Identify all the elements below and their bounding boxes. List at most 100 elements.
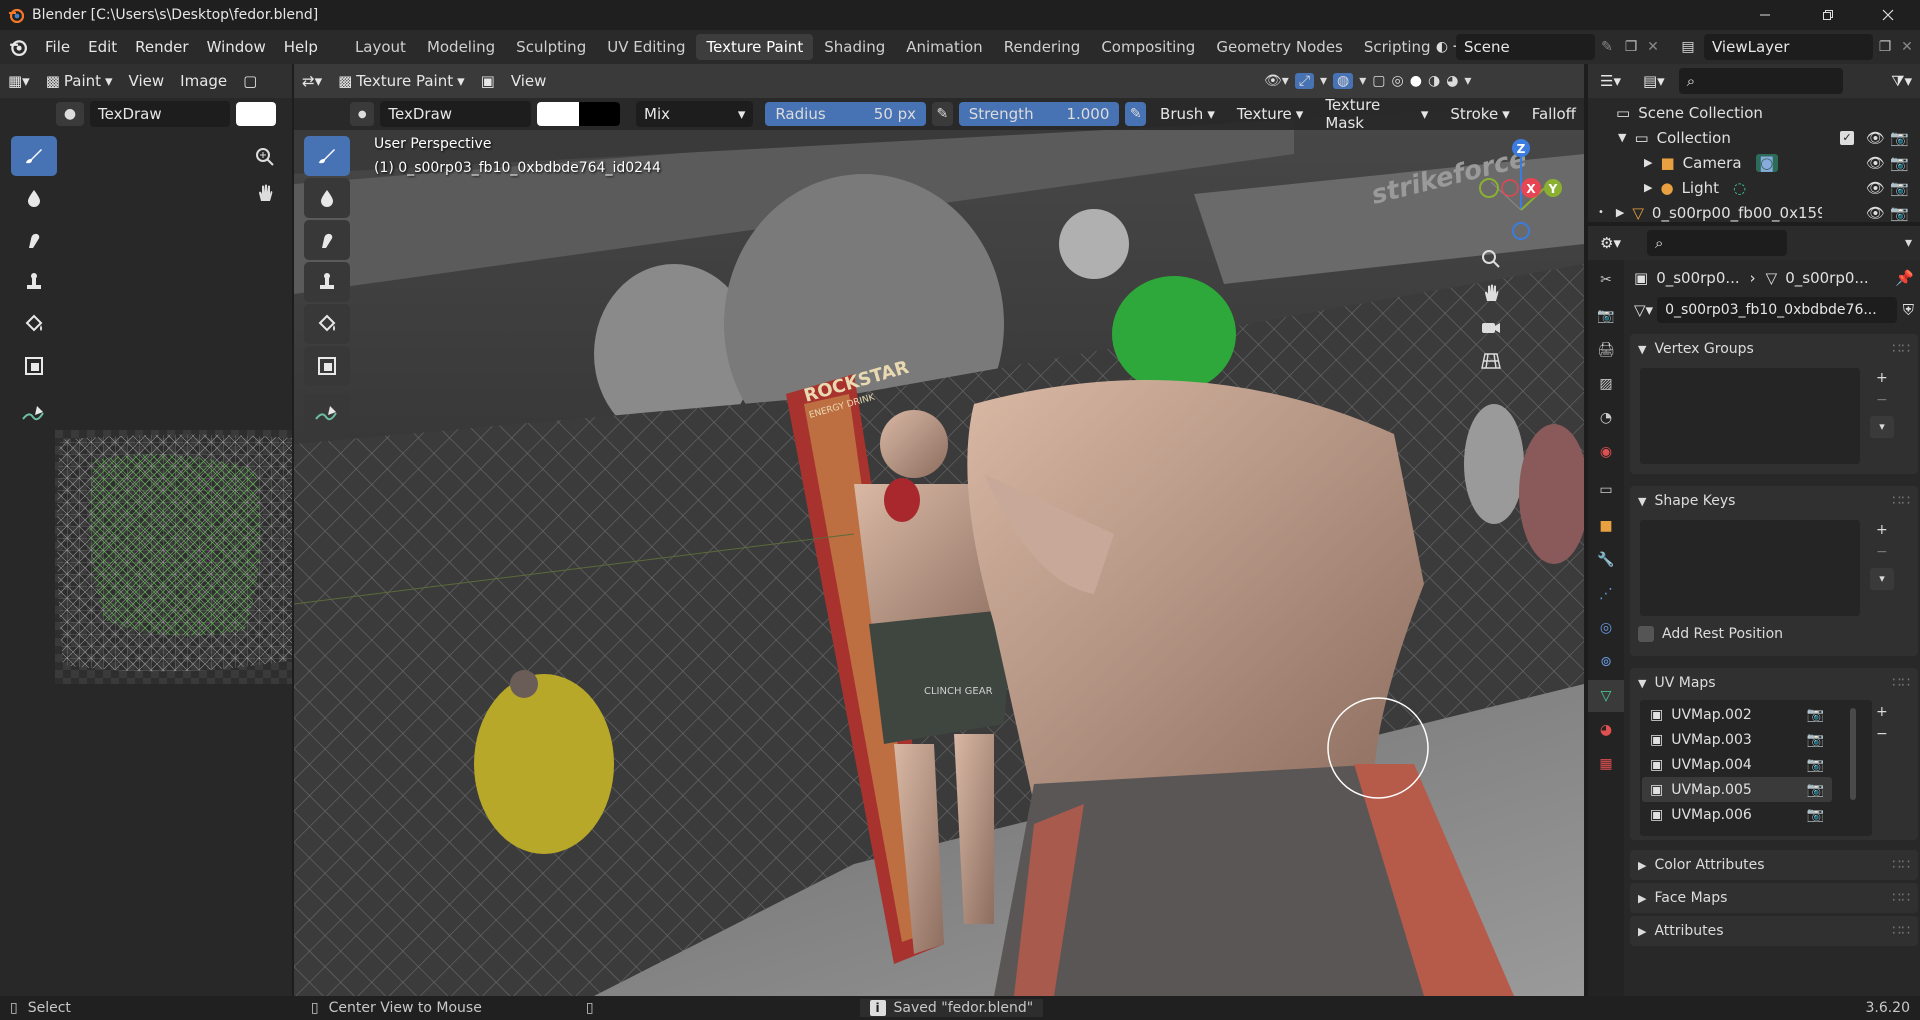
pan-hand-icon[interactable] [250,178,280,208]
navigation-gizmo[interactable]: Z X Y [1464,134,1574,254]
new-view-layer-icon[interactable]: ❐ [1873,39,1897,55]
uv-active-render-icon[interactable]: 📷 [1807,732,1824,748]
outliner-item-camera[interactable]: ▶ ■ Camera ◙ 👁 📷 [1588,150,1912,175]
fake-user-icon[interactable]: ⛨ [1903,301,1914,319]
vp-fill-tool[interactable] [304,304,350,344]
remove-view-layer-icon[interactable]: ✕ [1897,39,1917,55]
wireframe-shading-icon[interactable]: ◎ [1392,73,1404,89]
light-visibility-icon[interactable]: 👁 [1866,179,1885,197]
image-menu-view[interactable]: View [121,68,173,94]
uv-map-row[interactable]: ▣ UVMap.002 📷 [1642,702,1832,727]
paint-mask-toggle-icon[interactable]: ▣ [473,68,503,94]
expand-arrow-icon[interactable]: ▼ [1618,131,1626,144]
mesh-data-icon[interactable]: ▽▾ [1634,301,1653,319]
solid-shading-icon[interactable]: ● [1410,73,1422,89]
expand-arrow-icon[interactable]: ▶ [1644,156,1652,169]
menu-edit[interactable]: Edit [79,34,126,60]
radius-pressure-icon[interactable]: ✎ [932,102,953,126]
vp-soften-tool[interactable] [304,178,350,218]
xray-icon[interactable]: ▢ [1372,73,1385,89]
vp-pan-hand-icon[interactable] [1476,278,1506,308]
add-rest-position-checkbox[interactable] [1638,626,1654,642]
tab-render-icon[interactable]: 📷 [1588,300,1624,332]
mesh-visibility-icon[interactable]: 👁 [1866,204,1885,222]
mesh-render-icon[interactable]: 📷 [1890,204,1909,222]
zoom-icon[interactable] [250,142,280,172]
visibility-icon[interactable]: 👁▾ [1264,73,1289,89]
attributes-panel[interactable]: ▶ Attributes ∷∷ [1630,916,1918,946]
vp-mask-tool[interactable] [304,346,350,386]
gizmo-dropdown-icon[interactable]: ▾ [1320,73,1327,89]
fill-tool[interactable] [11,304,57,344]
smear-tool[interactable] [11,220,57,260]
menu-file[interactable]: File [36,34,79,60]
mask-tool[interactable] [11,346,57,386]
viewport-mode-dropdown[interactable]: ▩ Texture Paint ▾ [330,68,473,94]
remove-vertex-group-button[interactable]: − [1876,392,1888,408]
view-layer-selector[interactable]: ▤ ViewLayer ❐ ✕ [1672,34,1917,60]
uv-active-render-icon[interactable]: 📷 [1807,707,1824,723]
viewport-brush-name[interactable]: TexDraw [380,101,532,127]
face-maps-panel[interactable]: ▶ Face Maps ∷∷ [1630,883,1918,913]
strength-pressure-icon[interactable]: ✎ [1125,102,1147,126]
new-scene-icon[interactable]: ❐ [1619,39,1643,55]
uv-mesh-image[interactable] [55,430,292,684]
properties-editor-type-icon[interactable]: ⚙▾ [1592,230,1629,256]
perspective-toggle-icon[interactable] [1476,346,1506,376]
gizmo-toggle-icon[interactable]: ⤢ [1294,73,1315,89]
uv-map-row-selected[interactable]: ▣ UVMap.005 📷 [1642,777,1832,802]
outliner-filter-icon[interactable]: ⧩▾ [1883,68,1920,94]
scene-selector[interactable]: ◐ Scene ✎ ❐ ✕ [1428,34,1663,60]
shading-dropdown-icon[interactable]: ▾ [1464,73,1471,89]
uv-map-row[interactable]: ▣ UVMap.006 📷 [1642,802,1832,827]
scene-name[interactable]: Scene [1456,34,1595,60]
status-message[interactable]: i Saved "fedor.blend" [859,999,1044,1017]
overlays-icon[interactable]: ◍ [1333,73,1354,89]
close-window-button[interactable] [1865,0,1911,30]
uv-map-row[interactable]: ▣ UVMap.003 📷 [1642,727,1832,752]
blender-menu-icon[interactable] [0,38,36,56]
tab-world-icon[interactable]: ◉ [1588,436,1624,468]
image-menu-image[interactable]: Image [172,68,235,94]
vertex-groups-list[interactable] [1640,368,1860,464]
vertex-group-specials-button[interactable]: ▾ [1870,416,1894,438]
uv-maps-list[interactable]: ▣ UVMap.002 📷 ▣ UVMap.003 📷 ▣ UVMap.004 📷 ▣ UVM… [1640,700,1872,836]
brush-panel-dropdown[interactable]: Brush ▾ [1152,101,1223,127]
image-mode-dropdown[interactable]: ▩ Paint ▾ [38,68,121,94]
brush-preview-icon[interactable]: ● [56,102,84,126]
viewport-menu-view[interactable]: View [503,68,555,94]
secondary-color-swatch[interactable] [578,102,621,126]
add-rest-position-row[interactable]: Add Rest Position [1638,626,1783,642]
falloff-panel-dropdown[interactable]: Falloff [1524,101,1584,127]
material-shading-icon[interactable]: ◑ [1428,73,1440,89]
mesh-name-field[interactable]: 0_s00rp03_fb10_0xbdbde76... [1657,297,1897,323]
vp-clone-tool[interactable] [304,262,350,302]
tab-material-icon[interactable]: ◕ [1588,714,1624,746]
outliner-item-light[interactable]: ▶ ● Light ◌ 👁 📷 [1588,175,1912,200]
maximize-button[interactable] [1805,0,1851,30]
tab-scene-icon[interactable]: ◔ [1588,402,1624,434]
tab-view-layer-icon[interactable]: ▨ [1588,368,1624,400]
menu-window[interactable]: Window [198,34,275,60]
uv-active-render-icon[interactable]: 📷 [1807,757,1824,773]
expand-arrow-icon[interactable]: ▶ [1644,181,1652,194]
collection-checkbox[interactable]: ✓ [1840,130,1854,145]
viewport-editor-type-icon[interactable]: ⇄▾ [294,68,330,94]
collection-visibility-icon[interactable]: 👁 [1866,129,1885,147]
tab-animation[interactable]: Animation [896,34,992,60]
clone-tool[interactable] [11,262,57,302]
overlays-dropdown-icon[interactable]: ▾ [1359,73,1366,89]
uv-maps-header[interactable]: ▼ UV Maps ∷∷ [1630,668,1918,698]
blend-mode-dropdown[interactable]: Mix ▾ [636,101,754,127]
add-shape-key-button[interactable]: + [1876,522,1888,538]
tab-constraints-icon[interactable]: ⊚ [1588,646,1624,678]
radius-slider[interactable]: Radius 50 px [765,102,927,126]
stroke-panel-dropdown[interactable]: Stroke ▾ [1442,101,1517,127]
tab-collection-icon[interactable]: ▭ [1588,474,1624,506]
vp-annotate-tool[interactable] [304,394,350,434]
tab-sculpting[interactable]: Sculpting [506,34,596,60]
tab-texture-icon[interactable]: ▦ [1588,748,1624,780]
shape-keys-list[interactable] [1640,520,1860,616]
tab-particles-icon[interactable]: ⋰ [1588,578,1624,610]
tab-output-icon[interactable]: 🖨 [1588,334,1624,366]
